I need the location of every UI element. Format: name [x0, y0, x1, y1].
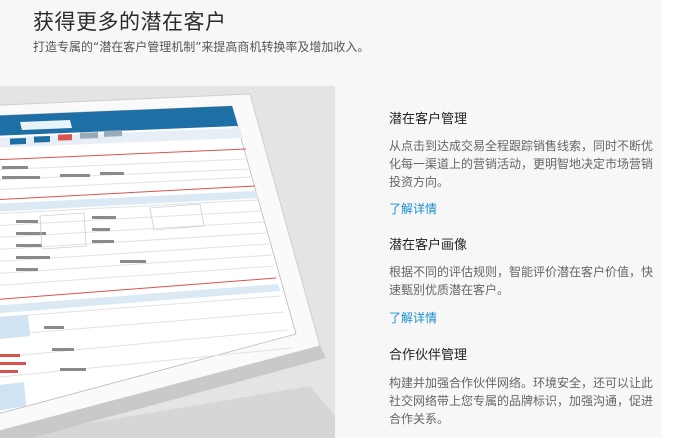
- feature-title: 合作伙伴管理: [389, 348, 468, 363]
- learn-more-link[interactable]: 了解详情: [389, 200, 437, 217]
- feature-title: 潜在客户管理: [389, 112, 468, 127]
- feature-description: 构建并加强合作伙伴网络。环境安全，还可以让此社交网络带上您专属的品牌标识，加强沟…: [389, 376, 654, 426]
- tablet-illustration: [0, 86, 335, 438]
- right-margin: [662, 0, 675, 438]
- feature-description: 从点击到达成交易全程跟踪销售线索，同时不断优化每一渠道上的营销活动，更明智地决定…: [389, 139, 654, 189]
- feature-title: 潜在客户画像: [389, 238, 468, 253]
- page-subtitle: 打造专属的“潜在客户管理机制”来提高商机转换率及增加收入。: [33, 40, 370, 54]
- learn-more-link[interactable]: 了解详情: [389, 309, 437, 326]
- page-title: 获得更多的潜在客户: [33, 10, 227, 34]
- tablet-illustration-graphic: [0, 86, 335, 438]
- feature-description: 根据不同的评估规则，智能评价潜在客户价值，快速甄别优质潜在客户。: [389, 265, 654, 297]
